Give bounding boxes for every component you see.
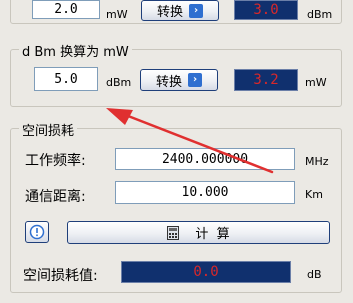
convert-mw-to-dbm-button[interactable]: 转换 › xyxy=(141,0,219,21)
path-loss-result-display: 0.0 xyxy=(121,261,291,283)
dbm-output-unit: dBm xyxy=(307,8,333,21)
calculate-button-label: 计 算 xyxy=(195,227,230,242)
distance-label: 通信距离: xyxy=(25,189,86,205)
convert-button-label: 转换 xyxy=(155,74,182,90)
frequency-unit: MHz xyxy=(305,155,329,168)
result-unit: dB xyxy=(307,268,322,281)
frequency-label: 工作频率: xyxy=(25,153,86,169)
dbm-output-display: 3.0 xyxy=(234,0,298,20)
help-icon xyxy=(29,224,45,240)
dbm-input-unit: dBm xyxy=(106,76,132,89)
calculator-icon xyxy=(167,225,180,240)
mw-output-display: 3.2 xyxy=(234,69,298,91)
chevron-right-icon: › xyxy=(188,73,202,87)
mw-input-field[interactable]: 2.0 xyxy=(32,0,100,19)
mw-output-unit: mW xyxy=(305,76,327,89)
distance-input[interactable]: 10.000 xyxy=(115,181,295,204)
distance-unit: Km xyxy=(305,188,323,201)
mw-input-unit: mW xyxy=(106,8,128,21)
convert-dbm-to-mw-button[interactable]: 转换 › xyxy=(140,69,218,91)
calculate-button[interactable]: 计 算 xyxy=(67,221,330,244)
group-title: 空间损耗 xyxy=(19,120,78,139)
frequency-input[interactable]: 2400.000000 xyxy=(115,148,295,170)
group-title: d Bm 换算为 mW xyxy=(19,41,132,60)
chevron-right-icon: › xyxy=(189,3,203,18)
help-button[interactable] xyxy=(25,221,49,243)
result-label: 空间损耗值: xyxy=(23,268,98,284)
convert-button-label: 转换 xyxy=(156,5,183,20)
dbm-input-field[interactable]: 5.0 xyxy=(34,67,98,91)
